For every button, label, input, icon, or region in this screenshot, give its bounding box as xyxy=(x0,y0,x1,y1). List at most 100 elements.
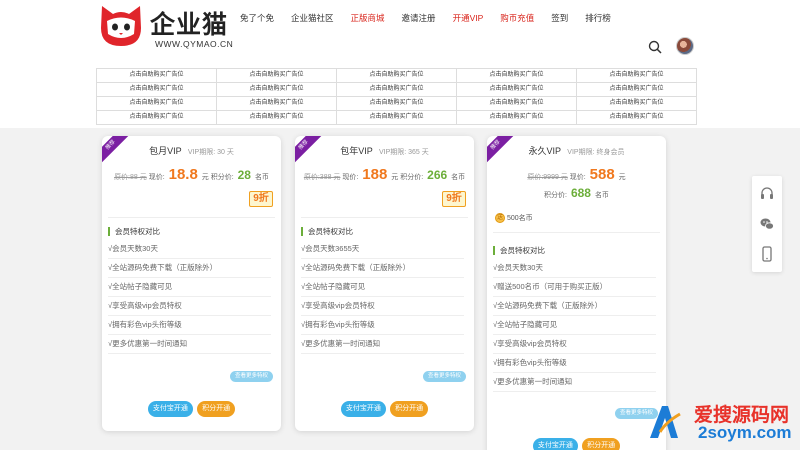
ad-slot[interactable]: 点击自助购买广告位 xyxy=(337,69,457,83)
current-price: 18.8 xyxy=(168,166,198,183)
vip-card-monthly: 推荐 包月VIP VIP期限: 30 天 原价:88 元 现价: 18.8 元 … xyxy=(102,136,281,431)
more-privileges-button[interactable]: 查看更多特权 xyxy=(229,371,273,382)
alipay-button[interactable]: 支付宝开通 xyxy=(532,438,578,450)
side-toolbar xyxy=(752,176,782,272)
card-title: 包月VIP VIP期限: 30 天 xyxy=(102,144,281,157)
plan-period: VIP期限: 终身会员 xyxy=(567,149,625,156)
ad-slot[interactable]: 点击自助购买广告位 xyxy=(337,111,457,125)
site-logo[interactable]: 企业猫 WWW.QYMAO.CN xyxy=(98,3,238,51)
ad-slot[interactable]: 点击自助购买广告位 xyxy=(457,83,577,97)
alipay-button[interactable]: 支付宝开通 xyxy=(147,401,193,417)
feature-item: √享受高级vip会员特权 xyxy=(108,298,271,316)
ad-slot[interactable]: 点击自助购买广告位 xyxy=(577,83,697,97)
ad-slot[interactable]: 点击自助购买广告位 xyxy=(337,97,457,111)
ad-slot[interactable]: 点击自助购买广告位 xyxy=(217,83,337,97)
nav-item-store[interactable]: 正版商城 xyxy=(351,11,385,25)
current-price: 188 xyxy=(362,166,388,183)
points-unit: 名币 xyxy=(254,174,269,181)
feature-item: √更多优惠第一时间通知 xyxy=(301,336,464,354)
ad-grid: 点击自助购买广告位 点击自助购买广告位 点击自助购买广告位 点击自助购买广告位 点击自助… xyxy=(96,68,697,125)
feature-item: √拥有彩色vip头衔等级 xyxy=(301,317,464,335)
ad-slot[interactable]: 点击自助购买广告位 xyxy=(217,69,337,83)
nav-item-invite[interactable]: 邀请注册 xyxy=(402,11,436,25)
points-line: 积分价: 688 名币 xyxy=(487,186,666,200)
more-privileges-button[interactable]: 查看更多特权 xyxy=(422,371,466,382)
price-line: 原价:388 元 现价: 188 元 积分价: 266 名币 xyxy=(295,166,474,183)
ad-slot[interactable]: 点击自助购买广告位 xyxy=(217,111,337,125)
ad-slot[interactable]: 点击自助购买广告位 xyxy=(457,69,577,83)
coin-icon: 送 xyxy=(495,213,505,224)
original-price: 原价:88 元 xyxy=(114,174,147,181)
points-unit: 名币 xyxy=(594,192,609,199)
ad-slot[interactable]: 点击自助购买广告位 xyxy=(97,111,217,125)
feature-item: √全站帖子隐藏可见 xyxy=(493,317,656,335)
site-watermark: 爱搜源码网 2soym.com xyxy=(640,398,798,448)
points-pay-button[interactable]: 积分开通 xyxy=(582,438,621,450)
points-pay-button[interactable]: 积分开通 xyxy=(197,401,236,417)
search-icon[interactable] xyxy=(648,40,662,54)
feature-item: √全站帖子隐藏可见 xyxy=(301,279,464,297)
pay-buttons: 支付宝开通 积分开通 xyxy=(102,401,281,417)
ad-slot[interactable]: 点击自助购买广告位 xyxy=(217,97,337,111)
divider xyxy=(493,232,660,233)
section-title: 会员特权对比 xyxy=(301,227,353,236)
points-price: 688 xyxy=(570,186,591,200)
price-line: 原价:9999 元 现价: 588 元 xyxy=(487,166,666,183)
nav-item-community[interactable]: 企业猫社区 xyxy=(291,11,334,25)
nav-item-checkin[interactable]: 签到 xyxy=(551,11,568,25)
ad-slot[interactable]: 点击自助购买广告位 xyxy=(577,111,697,125)
feature-item: √更多优惠第一时间通知 xyxy=(108,336,271,354)
logo-text: 企业猫 xyxy=(150,10,229,39)
ad-slot[interactable]: 点击自助购买广告位 xyxy=(457,111,577,125)
section-title: 会员特权对比 xyxy=(493,246,545,255)
plan-name: 包月VIP xyxy=(149,146,182,156)
ad-slot[interactable]: 点击自助购买广告位 xyxy=(577,97,697,111)
ad-slot[interactable]: 点击自助购买广告位 xyxy=(577,69,697,83)
nav-item-vip[interactable]: 开通VIP xyxy=(453,11,484,25)
user-avatar[interactable] xyxy=(676,37,694,55)
card-title: 包年VIP VIP期限: 365 天 xyxy=(295,144,474,157)
feature-item: √全站帖子隐藏可见 xyxy=(108,279,271,297)
now-label: 现价: xyxy=(342,174,359,181)
bonus-coins-text: 500名币 xyxy=(507,215,533,222)
nav-item-recharge[interactable]: 购币充值 xyxy=(500,11,534,25)
feature-item: √享受高级vip会员特权 xyxy=(301,298,464,316)
points-price: 266 xyxy=(427,168,448,182)
phone-icon[interactable] xyxy=(759,246,775,262)
alipay-button[interactable]: 支付宝开通 xyxy=(340,401,386,417)
discount-badge: 9折 xyxy=(442,191,466,207)
plan-period: VIP期限: 365 天 xyxy=(378,149,429,156)
wechat-icon[interactable] xyxy=(759,216,775,232)
feature-item: √会员天数30天 xyxy=(493,260,656,278)
ad-slot[interactable]: 点击自助购买广告位 xyxy=(457,97,577,111)
watermark-url: 2soym.com xyxy=(698,423,792,442)
points-pay-button[interactable]: 积分开通 xyxy=(390,401,429,417)
feature-item: √全站源码免费下载（正版除外） xyxy=(493,298,656,316)
ad-slot[interactable]: 点击自助购买广告位 xyxy=(337,83,457,97)
plan-name: 包年VIP xyxy=(340,146,373,156)
plan-name: 永久VIP xyxy=(528,146,562,156)
plan-period: VIP期限: 30 天 xyxy=(187,149,234,156)
nav-item-free[interactable]: 免了个免 xyxy=(240,11,274,25)
feature-item: √全站源码免费下载（正版除外） xyxy=(108,260,271,278)
now-label: 现价: xyxy=(569,174,586,181)
ad-slot[interactable]: 点击自助购买广告位 xyxy=(97,97,217,111)
feature-item: √享受高级vip会员特权 xyxy=(493,336,656,354)
ad-slot[interactable]: 点击自助购买广告位 xyxy=(97,69,217,83)
feature-item: √更多优惠第一时间通知 xyxy=(493,374,656,392)
points-label: 积分价: xyxy=(544,192,567,199)
current-price: 588 xyxy=(589,166,615,183)
vip-card-yearly: 推荐 包年VIP VIP期限: 365 天 原价:388 元 现价: 188 元… xyxy=(295,136,474,431)
original-price: 原价:9999 元 xyxy=(527,174,568,181)
divider xyxy=(108,217,275,218)
headset-icon[interactable] xyxy=(759,186,775,202)
ad-slot[interactable]: 点击自助购买广告位 xyxy=(97,83,217,97)
feature-item: √会员天数3655天 xyxy=(301,241,464,259)
price-unit: 元 xyxy=(618,174,626,181)
main-nav: 免了个免 企业猫社区 正版商城 邀请注册 开通VIP 购币充值 签到 排行榜 xyxy=(240,11,628,25)
nav-item-ranking[interactable]: 排行榜 xyxy=(585,11,611,25)
feature-item: √拥有彩色vip头衔等级 xyxy=(108,317,271,335)
original-price: 原价:388 元 xyxy=(303,174,341,181)
bonus-coins: 送 500名币 xyxy=(495,213,533,224)
logo-url: WWW.QYMAO.CN xyxy=(155,39,234,49)
